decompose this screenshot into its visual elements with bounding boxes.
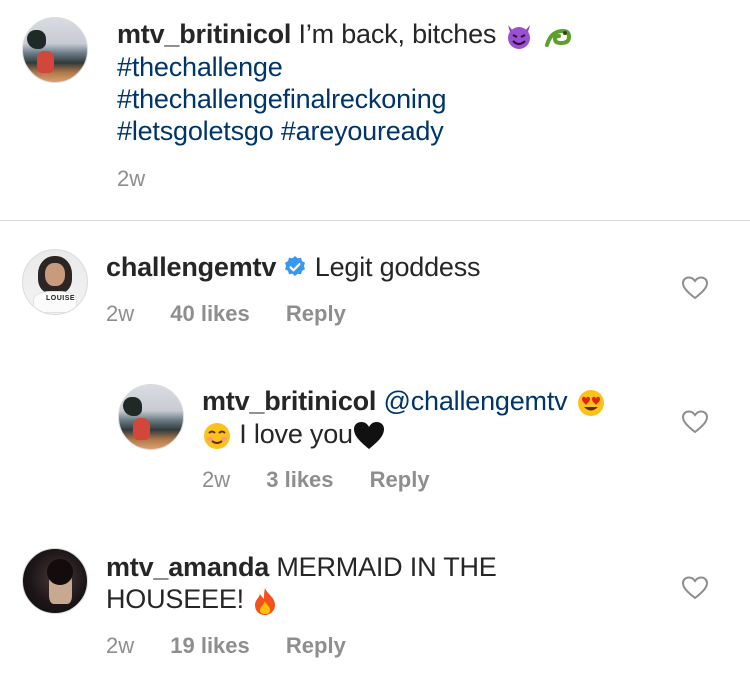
post-timestamp: 2w (117, 166, 146, 191)
divider (0, 220, 750, 221)
hashtag-areyouready[interactable]: #areyouready (281, 116, 444, 146)
comment-username[interactable]: challengemtv (106, 252, 276, 282)
commenter-avatar-challengemtv[interactable]: LOUISE (22, 249, 88, 315)
comment-meta: 2w 40 likes Reply (106, 301, 376, 327)
like-heart-icon[interactable] (682, 410, 708, 434)
reply-button[interactable]: Reply (370, 467, 430, 492)
comment-text: Legit goddess (307, 252, 481, 282)
comment-meta: 2w 3 likes Reply (202, 467, 460, 493)
comment-likes-count[interactable]: 3 likes (266, 467, 333, 492)
comment-reply-britinicol: mtv_britinicol @challengemtv I love you (202, 385, 662, 451)
post-caption: mtv_britinicol I’m back, bitches #thecha… (117, 18, 737, 147)
comment-likes-count[interactable]: 40 likes (170, 301, 250, 326)
comment-text-line2: HOUSEEE! (106, 584, 252, 614)
black-heart-emoji (353, 421, 384, 449)
comment-username[interactable]: mtv_britinicol (202, 386, 376, 416)
comment-username[interactable]: mtv_amanda (106, 552, 269, 582)
post-caption-text: I’m back, bitches (291, 19, 497, 49)
reply-button[interactable]: Reply (286, 633, 346, 658)
dragon-emoji (544, 28, 571, 47)
hashtag-thechallengefinalreckoning[interactable]: #thechallengefinalreckoning (117, 84, 447, 114)
like-heart-icon[interactable] (682, 276, 708, 300)
mention-challengemtv[interactable]: @challengemtv (376, 386, 568, 416)
fire-emoji (255, 587, 276, 615)
hashtag-letsgoletsgo[interactable]: #letsgoletsgo (117, 116, 274, 146)
comment-timestamp: 2w (106, 633, 135, 658)
commenter-avatar-mtv-britinicol[interactable] (118, 384, 184, 450)
post-username[interactable]: mtv_britinicol (117, 19, 291, 49)
reply-button[interactable]: Reply (286, 301, 346, 326)
comment-challengemtv: challengemtv Legit goddess (106, 251, 666, 283)
smiling-blush-emoji (204, 422, 230, 449)
comment-text: I love you (232, 418, 353, 449)
post-author-avatar[interactable] (22, 17, 88, 83)
comment-meta: 2w 19 likes Reply (106, 633, 376, 659)
comment-timestamp: 2w (202, 467, 231, 492)
like-heart-icon[interactable] (682, 576, 708, 600)
heart-eyes-emoji (577, 389, 604, 416)
smiling-devil-emoji (507, 24, 530, 49)
comment-likes-count[interactable]: 19 likes (170, 633, 250, 658)
hashtag-thechallenge[interactable]: #thechallenge (117, 52, 283, 82)
comment-timestamp: 2w (106, 301, 135, 326)
commenter-avatar-mtv-amanda[interactable] (22, 548, 88, 614)
comment-text-line1: MERMAID IN THE (269, 552, 497, 582)
comment-mtv-amanda: mtv_amanda MERMAID IN THE HOUSEEE! (106, 551, 666, 616)
post-meta: 2w (117, 166, 175, 192)
verified-badge-icon (285, 256, 306, 276)
